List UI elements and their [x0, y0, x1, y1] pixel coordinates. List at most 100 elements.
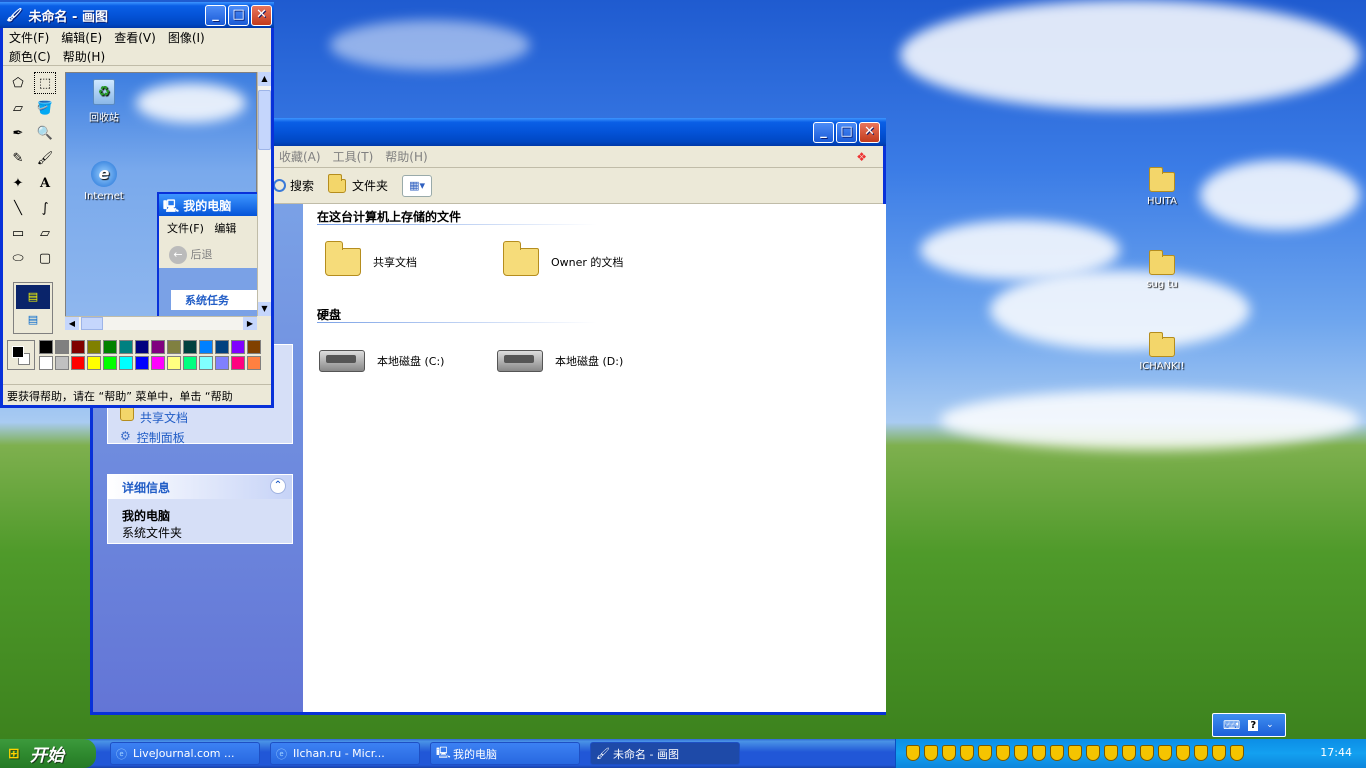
color-swatch[interactable] [199, 356, 213, 370]
color-swatch[interactable] [87, 356, 101, 370]
desktop-icon-sug-tu[interactable]: sug tu [1122, 250, 1202, 290]
link-control-panel[interactable]: ⚙ 控制面板 [120, 429, 185, 446]
vertical-scrollbar[interactable]: ▲ ▼ [257, 72, 271, 316]
fill-tool-icon[interactable]: 🪣 [34, 97, 56, 119]
color-picker-tool-icon[interactable]: ✒ [7, 122, 29, 144]
curve-tool-icon[interactable]: ∫ [34, 197, 56, 219]
clock[interactable]: 17:44 [1320, 746, 1352, 759]
rounded-rect-tool-icon[interactable]: ▢ [34, 247, 56, 269]
desktop-icon-ichanki[interactable]: ICHANKI! [1122, 332, 1202, 372]
task-livejournal[interactable]: ⓔ LiveJournal.com ... [110, 742, 260, 765]
minimize-button[interactable]: _ [205, 4, 226, 26]
paint-titlebar[interactable]: 🖌 未命名 - 画图 _ □ ✕ [0, 2, 274, 28]
task-iichan[interactable]: ⓔ IIchan.ru - Micr... [270, 742, 420, 765]
security-shield-icon[interactable] [942, 745, 956, 761]
security-shield-icon[interactable] [978, 745, 992, 761]
security-shield-icon[interactable] [1158, 745, 1172, 761]
scroll-right-button[interactable]: ▶ [243, 317, 257, 330]
eraser-tool-icon[interactable]: ▱ [7, 97, 29, 119]
horizontal-scrollbar[interactable]: ◀ ▶ [65, 316, 257, 330]
security-shield-icon[interactable] [1122, 745, 1136, 761]
task-mycomputer[interactable]: 🖳 我的电脑 [430, 742, 580, 765]
security-shield-icon[interactable] [924, 745, 938, 761]
color-swatch[interactable] [39, 356, 53, 370]
link-shared-docs[interactable]: 共享文档 [120, 406, 188, 426]
color-swatch[interactable] [55, 356, 69, 370]
security-shield-icon[interactable] [1230, 745, 1244, 761]
color-swatch[interactable] [87, 340, 101, 354]
color-swatch[interactable] [151, 340, 165, 354]
scroll-thumb[interactable] [258, 90, 271, 150]
color-swatch[interactable] [183, 340, 197, 354]
ellipse-tool-icon[interactable]: ⬭ [7, 247, 29, 269]
pencil-tool-icon[interactable]: ✎ [7, 147, 29, 169]
minimize-button[interactable]: _ [813, 121, 834, 143]
scroll-up-button[interactable]: ▲ [258, 72, 271, 86]
desktop-icon-huita[interactable]: HUITA [1122, 167, 1202, 207]
collapse-chevron-icon[interactable]: ⌃ [270, 478, 286, 494]
airbrush-tool-icon[interactable]: ✦ [7, 172, 29, 194]
color-swatch[interactable] [55, 340, 69, 354]
color-swatch[interactable] [199, 340, 213, 354]
color-swatch[interactable] [103, 340, 117, 354]
color-swatch[interactable] [167, 356, 181, 370]
menu-colors[interactable]: 颜色(C) [3, 48, 57, 65]
text-tool-icon[interactable]: A [34, 172, 56, 194]
color-swatch[interactable] [119, 340, 133, 354]
security-shield-icon[interactable] [1032, 745, 1046, 761]
color-swatch[interactable] [119, 356, 133, 370]
security-shield-icon[interactable] [1194, 745, 1208, 761]
color-swatch[interactable] [247, 340, 261, 354]
color-swatch[interactable] [215, 356, 229, 370]
menu-edit[interactable]: 编辑(E) [55, 29, 108, 46]
security-shield-icon[interactable] [1050, 745, 1064, 761]
color-swatch[interactable] [167, 340, 181, 354]
color-swatch[interactable] [71, 340, 85, 354]
close-button[interactable]: ✕ [859, 121, 880, 143]
scroll-thumb[interactable] [81, 317, 103, 330]
rect-select-tool-icon[interactable]: ⬚ [34, 72, 56, 94]
menu-view[interactable]: 查看(V) [108, 29, 162, 46]
color-swatch[interactable] [231, 356, 245, 370]
free-select-tool-icon[interactable]: ⬠ [7, 72, 29, 94]
color-swatch[interactable] [151, 356, 165, 370]
language-bar[interactable]: ⌨ ? ⌄ [1212, 713, 1286, 737]
menu-file[interactable]: 文件(F) [3, 29, 55, 46]
polygon-tool-icon[interactable]: ▱ [34, 222, 56, 244]
owner-docs-item[interactable]: Owner 的文档 [503, 241, 623, 276]
menu-image[interactable]: 图像(I) [162, 29, 211, 46]
start-button[interactable]: ⊞ 开始 [0, 739, 96, 768]
task-paint[interactable]: 🖌 未命名 - 画图 [590, 742, 740, 765]
security-shield-icon[interactable] [996, 745, 1010, 761]
color-swatch[interactable] [135, 340, 149, 354]
security-shield-icon[interactable] [960, 745, 974, 761]
color-swatch[interactable] [135, 356, 149, 370]
menu-help[interactable]: 帮助(H) [57, 48, 111, 65]
color-swatch[interactable] [231, 340, 245, 354]
menu-favorites[interactable]: 收藏(A) [273, 148, 327, 165]
close-button[interactable]: ✕ [251, 4, 272, 26]
magnifier-tool-icon[interactable]: 🔍 [34, 122, 56, 144]
tool-options-box[interactable]: ▤ ▤ [13, 282, 53, 334]
disk-c-item[interactable]: 本地磁盘 (C:) [319, 350, 444, 372]
details-header[interactable]: 详细信息 ⌃ [108, 475, 292, 499]
current-colors[interactable] [7, 340, 35, 370]
security-shield-icon[interactable] [1014, 745, 1028, 761]
security-shield-icon[interactable] [1176, 745, 1190, 761]
line-tool-icon[interactable]: ╲ [7, 197, 29, 219]
search-button[interactable]: 搜索 [273, 177, 314, 194]
security-shield-icon[interactable] [906, 745, 920, 761]
security-shield-icon[interactable] [1086, 745, 1100, 761]
color-swatch[interactable] [103, 356, 117, 370]
menu-tools[interactable]: 工具(T) [327, 148, 380, 165]
color-swatch[interactable] [215, 340, 229, 354]
security-shield-icon[interactable] [1212, 745, 1226, 761]
security-shield-icon[interactable] [1140, 745, 1154, 761]
color-swatch[interactable] [247, 356, 261, 370]
views-button[interactable]: ▦▾ [402, 174, 433, 197]
shared-docs-item[interactable]: 共享文档 [325, 241, 417, 276]
security-shield-icon[interactable] [1104, 745, 1118, 761]
scroll-left-button[interactable]: ◀ [65, 317, 79, 330]
rectangle-tool-icon[interactable]: ▭ [7, 222, 29, 244]
maximize-button[interactable]: □ [228, 4, 249, 26]
